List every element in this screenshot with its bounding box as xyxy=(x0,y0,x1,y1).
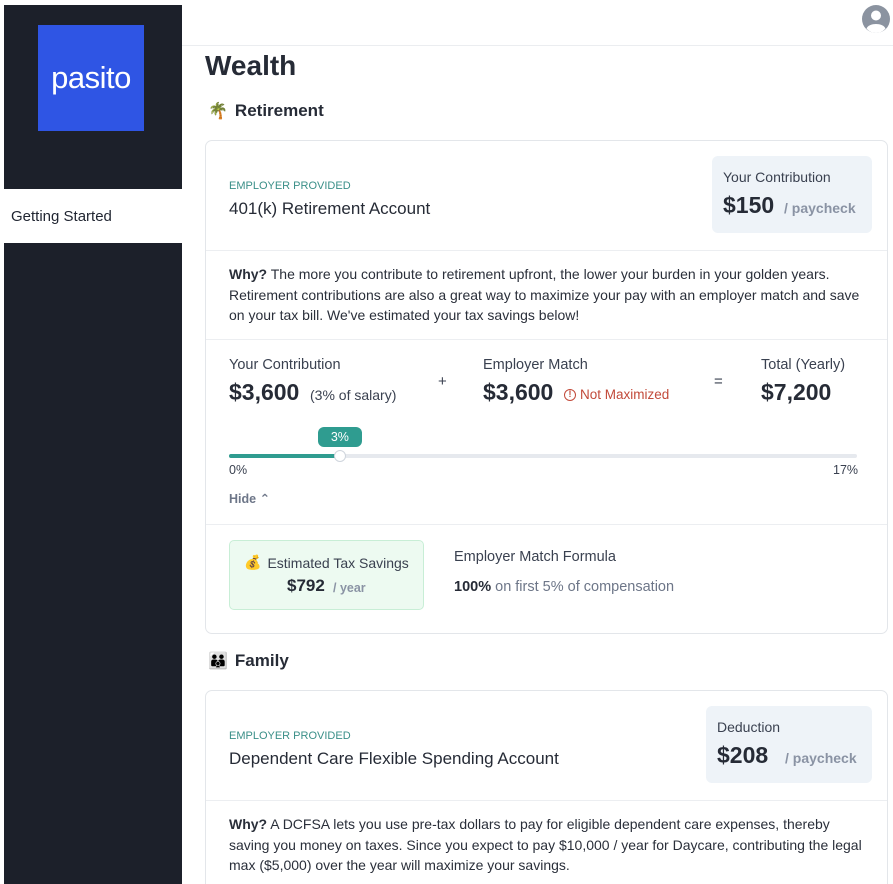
equals-sign: = xyxy=(714,373,723,390)
header-divider xyxy=(182,45,893,46)
account-name: Dependent Care Flexible Spending Account xyxy=(229,749,559,768)
total-amount: $7,200 xyxy=(761,379,832,405)
hide-label: Hide xyxy=(229,492,257,506)
why-body: The more you contribute to retirement up… xyxy=(229,266,860,323)
user-circle-icon[interactable] xyxy=(861,4,891,34)
match-formula-desc: on first 5% of compensation xyxy=(495,579,675,595)
chevron-up-icon: ⌃ xyxy=(259,492,271,506)
contribution-slider[interactable] xyxy=(229,450,857,462)
not-maximized-warning: ! Not Maximized xyxy=(564,387,669,402)
employer-match-label: Employer Match xyxy=(483,357,588,373)
pill-label: Deduction xyxy=(717,719,781,735)
dcfsa-card: EMPLOYER PROVIDED Dependent Care Flexibl… xyxy=(205,690,888,884)
why-label: Why? xyxy=(229,816,268,832)
tax-savings-label-text: Estimated Tax Savings xyxy=(267,554,409,571)
palm-tree-icon: 🌴 xyxy=(208,103,228,120)
tax-savings-card: 💰 Estimated Tax Savings $792 / year xyxy=(229,540,424,610)
match-formula-text: 100% on first 5% of compensation xyxy=(454,579,674,595)
section-title-retirement: 🌴 Retirement xyxy=(208,101,324,121)
pill-amount: $150 xyxy=(723,192,775,218)
divider xyxy=(206,524,887,525)
retirement-card: EMPLOYER PROVIDED 401(k) Retirement Acco… xyxy=(205,140,888,634)
alert-circle-icon: ! xyxy=(564,388,576,401)
slider-max-label: 17% xyxy=(833,463,859,477)
slider-value-badge: 3% xyxy=(317,427,362,447)
card-header: EMPLOYER PROVIDED Dependent Care Flexibl… xyxy=(206,691,887,801)
your-contribution-label: Your Contribution xyxy=(229,357,341,373)
tax-savings-amount: $792 xyxy=(287,576,325,595)
tax-savings-unit: / year xyxy=(333,581,366,595)
page-title: Wealth xyxy=(205,50,297,81)
why-text: Why? A DCFSA lets you use pre-tax dollar… xyxy=(229,814,869,876)
employer-match-amount: $3,600 xyxy=(483,379,554,405)
sidebar-header: pasito xyxy=(4,5,182,189)
section-title-family: 👪 Family xyxy=(208,651,289,671)
money-bag-icon: 💰 xyxy=(244,554,262,570)
card-header: EMPLOYER PROVIDED 401(k) Retirement Acco… xyxy=(206,141,887,251)
pasito-logo[interactable]: pasito xyxy=(38,25,144,131)
total-label: Total (Yearly) xyxy=(761,357,846,373)
match-formula-title: Employer Match Formula xyxy=(454,549,616,565)
match-formula-percent: 100% xyxy=(454,579,492,595)
why-label: Why? xyxy=(229,266,268,282)
logo-text: pasito xyxy=(51,60,131,95)
why-text: Why? The more you contribute to retireme… xyxy=(229,264,869,326)
slider-min-label: 0% xyxy=(229,463,248,477)
pill-unit: / paycheck xyxy=(784,200,856,216)
your-contribution-sub: (3% of salary) xyxy=(310,387,397,403)
tax-savings-label: 💰 Estimated Tax Savings xyxy=(244,554,409,571)
why-body: A DCFSA lets you use pre-tax dollars to … xyxy=(229,816,862,873)
family-icon: 👪 xyxy=(208,653,228,670)
sidebar-item-getting-started[interactable]: Getting Started xyxy=(4,189,182,243)
hide-toggle[interactable]: Hide ⌃ xyxy=(229,491,270,506)
slider-fill xyxy=(229,454,340,458)
plus-sign: + xyxy=(438,373,447,390)
pill-unit: / paycheck xyxy=(785,750,857,766)
sidebar-body xyxy=(4,243,182,884)
divider xyxy=(206,339,887,340)
eyebrow-label: EMPLOYER PROVIDED xyxy=(229,730,351,742)
warning-text: Not Maximized xyxy=(580,387,670,402)
section-title-text: Retirement xyxy=(234,101,324,120)
sidebar-item-label: Getting Started xyxy=(11,207,112,225)
section-title-text: Family xyxy=(234,651,289,670)
eyebrow-label: EMPLOYER PROVIDED xyxy=(229,180,351,192)
pill-amount: $208 xyxy=(717,742,769,768)
your-contribution-amount: $3,600 xyxy=(229,379,300,405)
pill-label: Your Contribution xyxy=(723,169,831,185)
deduction-pill: Deduction $208 / paycheck xyxy=(706,706,872,783)
slider-thumb[interactable] xyxy=(333,450,346,462)
account-name: 401(k) Retirement Account xyxy=(229,199,431,218)
app-root: pasito Getting Started Wealth 🌴 Retireme… xyxy=(0,0,893,884)
contribution-pill: Your Contribution $150 / paycheck xyxy=(712,156,872,233)
